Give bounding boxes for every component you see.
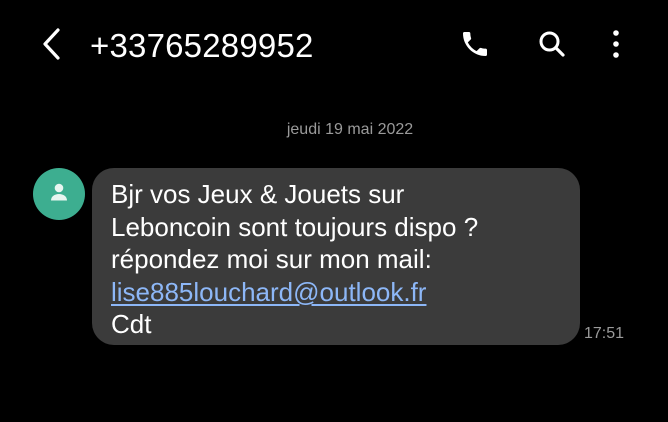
- avatar[interactable]: [33, 168, 85, 220]
- top-app-bar: +33765289952: [0, 0, 668, 94]
- more-options-button[interactable]: [596, 26, 636, 66]
- search-icon: [537, 29, 567, 64]
- back-button[interactable]: [30, 26, 74, 66]
- back-arrow-icon: [39, 27, 65, 66]
- message-closing: Cdt: [111, 309, 152, 339]
- phone-icon: [459, 28, 491, 65]
- message-timestamp: 17:51: [584, 325, 625, 342]
- contact-title: +33765289952: [90, 27, 314, 64]
- date-separator: jeudi 19 mai 2022: [286, 121, 414, 138]
- person-icon: [48, 181, 70, 208]
- message-bubble[interactable]: Bjr vos Jeux & Jouets sur Leboncoin sont…: [92, 168, 580, 345]
- message-text-line: répondez moi sur mon mail:: [111, 244, 432, 274]
- message-text-line: Bjr vos Jeux & Jouets sur: [111, 179, 405, 209]
- email-link[interactable]: lise885louchard@outlook.fr: [111, 277, 426, 307]
- call-button[interactable]: [455, 26, 495, 66]
- message-text-line: Leboncoin sont toujours dispo ?: [111, 211, 479, 242]
- search-button[interactable]: [532, 26, 572, 66]
- more-vertical-icon: [610, 28, 622, 65]
